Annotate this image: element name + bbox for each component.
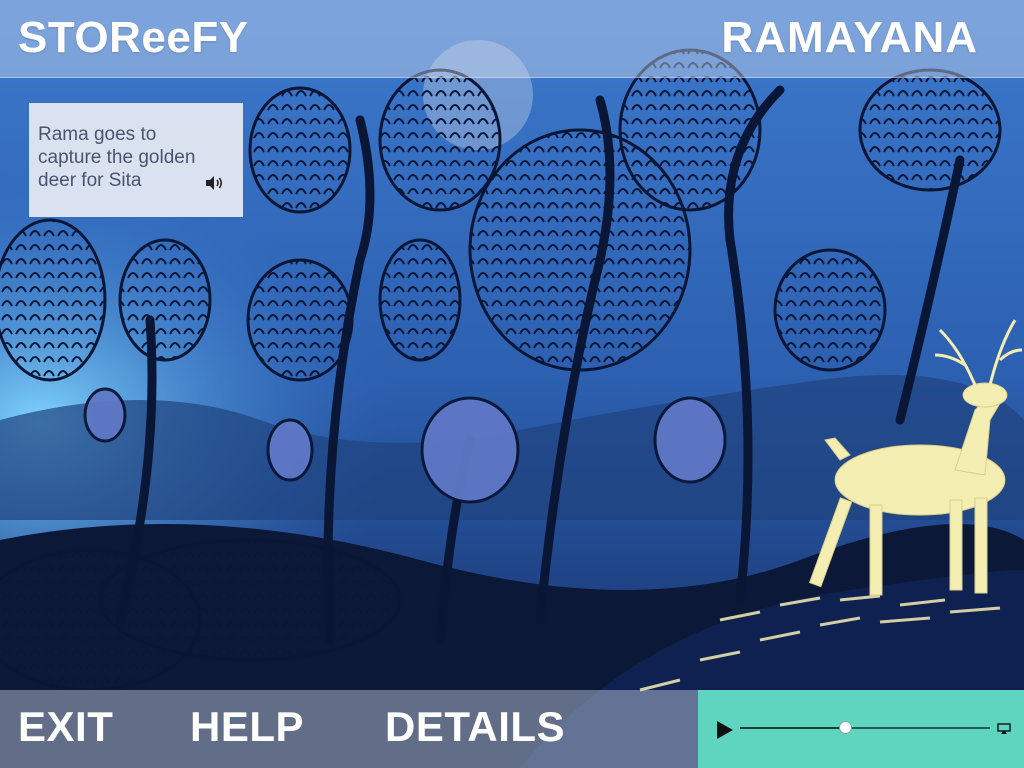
caption-text: Rama goes to capture the golden deer for… [38,124,196,191]
airplay-icon[interactable] [997,722,1011,734]
caption-card: Rama goes to capture the golden deer for… [29,103,243,217]
app-brand: STOReeFY [18,13,249,62]
audio-player [698,690,1024,768]
details-button[interactable]: DETAILS [385,703,565,751]
progress-knob[interactable] [838,721,852,734]
exit-button[interactable]: EXIT [18,703,113,751]
progress-track[interactable] [740,727,990,729]
story-title: RAMAYANA [721,13,978,62]
bottom-nav: EXIT HELP DETAILS [0,690,698,768]
help-button[interactable]: HELP [190,703,304,751]
progress-fill [740,727,845,729]
top-bar: STOReeFY RAMAYANA [0,0,1024,78]
speaker-icon[interactable] [205,175,225,191]
play-icon[interactable] [716,720,734,740]
